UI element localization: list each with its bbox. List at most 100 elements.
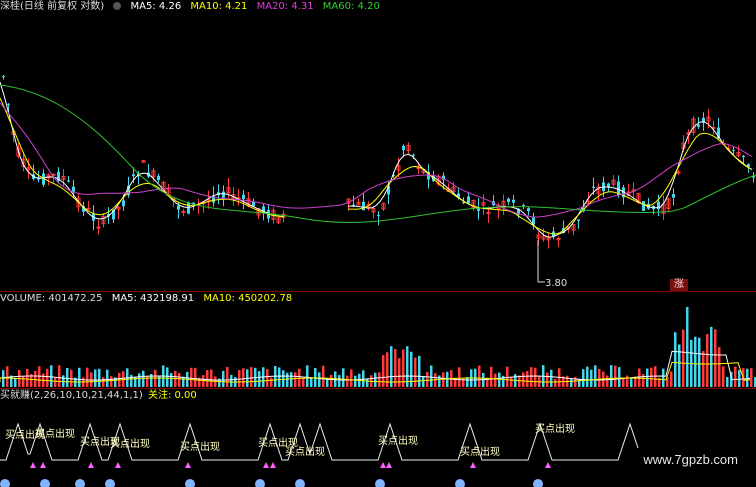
volume-bar (294, 372, 297, 387)
volume-bar (606, 375, 609, 387)
volume-bar (430, 365, 433, 387)
volume-bar (458, 367, 461, 387)
candle-down (222, 191, 225, 198)
volume-bar (106, 369, 109, 387)
volume-bar (682, 329, 685, 387)
volume-bar (6, 366, 9, 387)
volume-bar (226, 366, 229, 387)
volume-bar (242, 368, 245, 387)
signal-ball-icon (455, 479, 465, 487)
volume-bar (534, 367, 537, 387)
candle-down (7, 103, 10, 105)
volume-bar (554, 378, 557, 387)
candle-down (132, 174, 135, 177)
volume-bar (210, 369, 213, 387)
volume-bar (322, 365, 325, 387)
signal-ball-icon (185, 479, 195, 487)
volume-bar (398, 358, 401, 387)
volume-bar (650, 367, 653, 387)
volume-bar (50, 365, 53, 387)
volume-bar (314, 367, 317, 387)
volume-bar (394, 349, 397, 387)
candle-down (577, 219, 580, 222)
volume-bar (342, 368, 345, 387)
signal-ball-icon (0, 479, 10, 487)
volume-bar (98, 368, 101, 387)
buy-arrow-icon (30, 462, 36, 468)
volume-bar (266, 369, 269, 387)
volume-bar (530, 367, 533, 387)
volume-bar (94, 369, 97, 387)
volume-bar (310, 377, 313, 387)
candle-down (122, 200, 125, 207)
candle-down (672, 194, 675, 198)
volume-bar (706, 334, 709, 387)
volume-bar (614, 365, 617, 387)
watermark: www.7gpzb.com (643, 452, 738, 467)
volume-bar (222, 370, 225, 387)
buy-arrow-icon (115, 462, 121, 468)
signal-ball-icon (105, 479, 115, 487)
buy-signal-label: 买点出现 (378, 434, 418, 447)
volume-bar (506, 366, 509, 387)
volume-bar (714, 329, 717, 387)
candle-down (522, 205, 525, 207)
signal-ball-icon (40, 479, 50, 487)
volume-bar (374, 372, 377, 387)
volume-bar (422, 376, 425, 387)
volume-bar (194, 367, 197, 387)
volume-bar (366, 378, 369, 387)
buy-arrow-icon (545, 462, 551, 468)
volume-bar (250, 367, 253, 387)
volume-bar (626, 375, 629, 387)
volume-bar (170, 373, 173, 387)
volume-bar (722, 366, 725, 387)
volume-bar (698, 337, 701, 387)
candle-down (642, 201, 645, 211)
buy-arrow-icon (263, 462, 269, 468)
buy-signal-label: 买点出现 (535, 422, 575, 435)
volume-bar (718, 347, 721, 387)
buy-arrow-icon (88, 462, 94, 468)
buy-signal-label: 买点出现 (285, 445, 325, 458)
volume-bar (550, 369, 553, 387)
volume-bar (346, 375, 349, 387)
volume-bar (238, 370, 241, 387)
buy-signal-label: 买点出现 (35, 427, 75, 440)
volume-bar (630, 377, 633, 387)
volume-bar (2, 370, 5, 387)
volume-bar (522, 372, 525, 387)
volume-bar (110, 376, 113, 387)
volume-bar (66, 367, 69, 387)
volume-bar (282, 370, 285, 387)
volume-bar (510, 377, 513, 387)
candle-down (402, 145, 405, 151)
buy-arrow-icon (40, 462, 46, 468)
volume-bar (318, 372, 321, 387)
buy-arrow-icon (185, 462, 191, 468)
volume-bar (102, 377, 105, 387)
buy-signal-label: 买点出现 (110, 437, 150, 450)
volume-bar (286, 372, 289, 387)
volume-bar (54, 377, 57, 387)
candle-up (86, 207, 91, 210)
volume-bar (306, 365, 309, 387)
volume-bar (478, 365, 481, 387)
volume-bar (142, 370, 145, 387)
candle-down (187, 202, 190, 214)
volume-bar (414, 357, 417, 387)
volume-bar (438, 375, 441, 387)
candle-down (242, 194, 245, 200)
candle-down (2, 76, 5, 78)
volume-bar (406, 346, 409, 387)
low-price-label: 3.80 (545, 278, 568, 289)
volume-bar (710, 326, 713, 387)
volume-bar (426, 371, 429, 387)
volume-bar (662, 368, 665, 387)
volume-bar (694, 336, 697, 387)
candle-down (467, 196, 470, 204)
buy-arrow-icon (270, 462, 276, 468)
volume-bar (622, 378, 625, 387)
volume-bar (618, 367, 621, 387)
kline-chart[interactable]: 买点出现买点出现买点出现买点出现 买点出现 买点出现买点出现买点出现买点出现买点出现 (0, 0, 756, 487)
